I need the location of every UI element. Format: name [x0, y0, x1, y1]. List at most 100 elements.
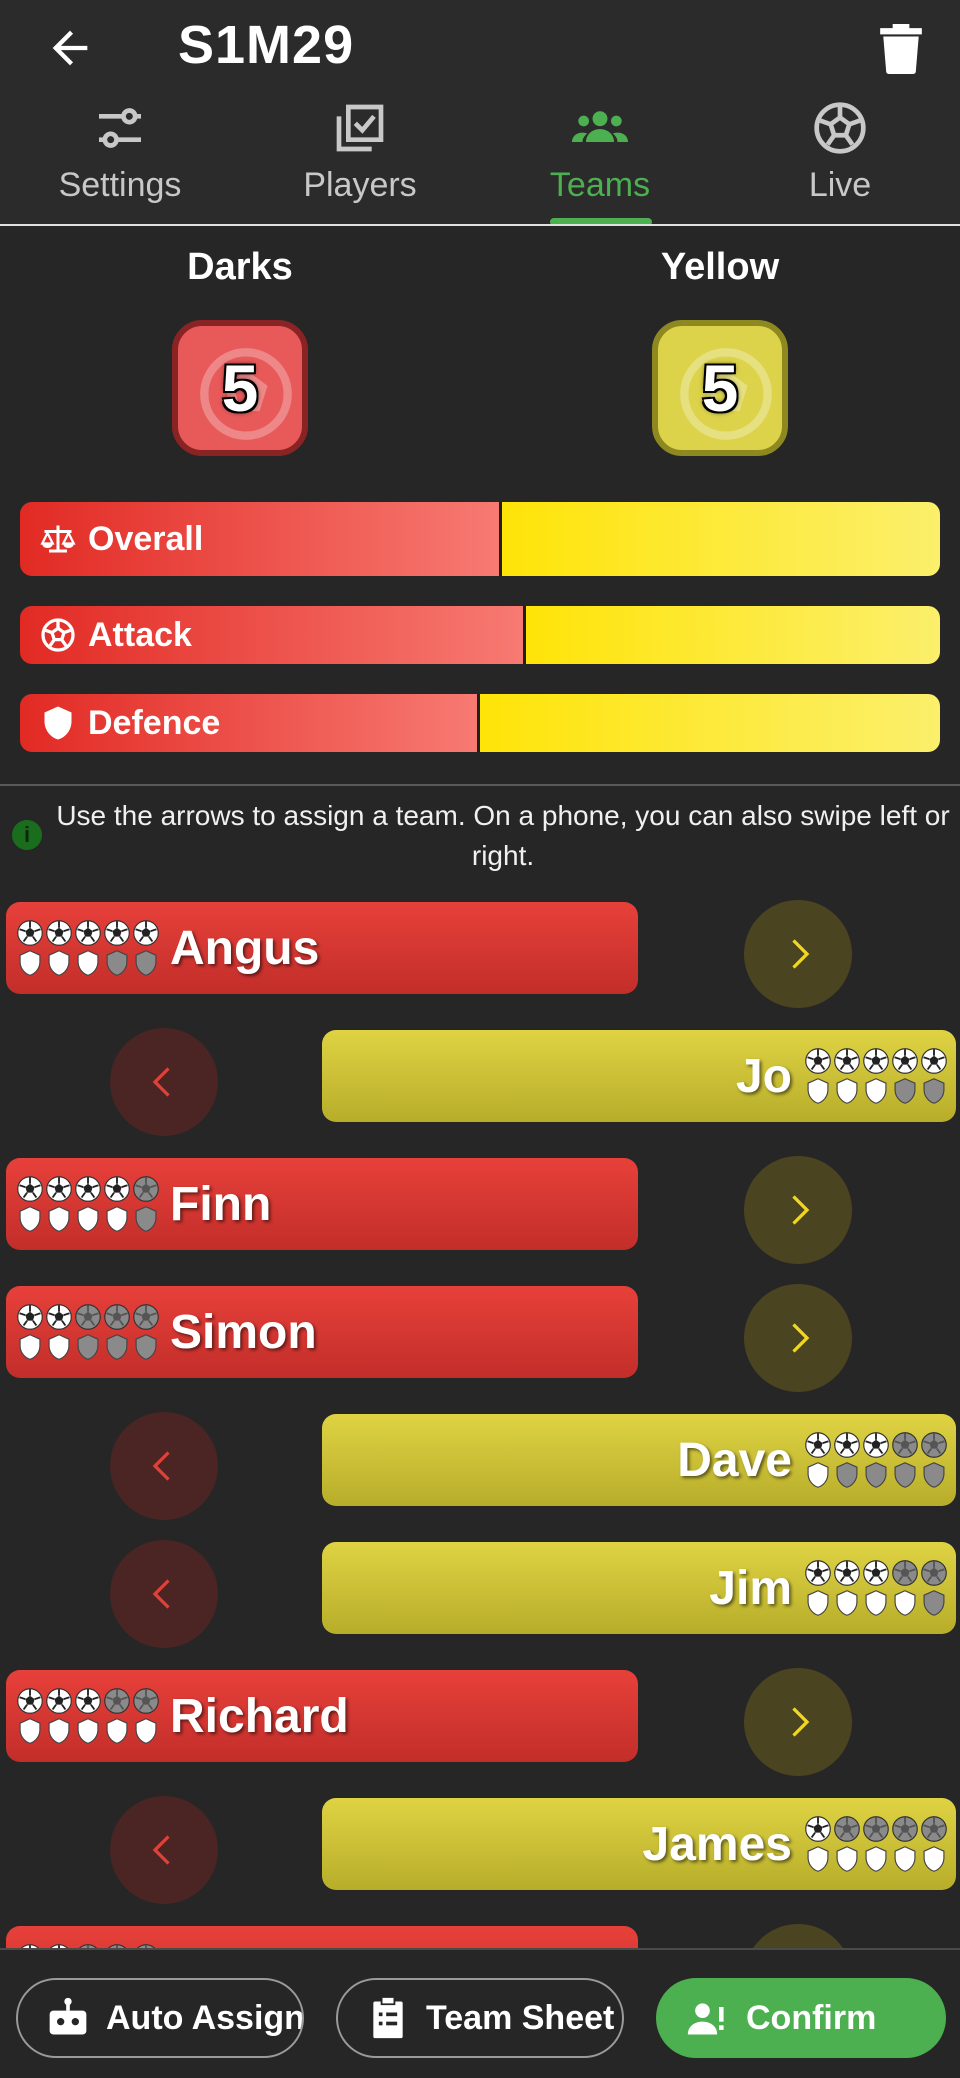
soccer-ball-icon: [41, 618, 75, 652]
shield-icon: [44, 706, 72, 740]
player-card-dark[interactable]: Angus: [6, 902, 638, 994]
player-ratings: [16, 1303, 160, 1361]
move-to-yellow-button[interactable]: [744, 1668, 852, 1776]
player-name: Angus: [170, 921, 320, 975]
player-card-dark[interactable]: [6, 1926, 638, 1948]
player-row[interactable]: Jim: [0, 1528, 960, 1656]
soccer-ball-icon: [75, 1176, 101, 1202]
tab-settings[interactable]: Settings: [0, 100, 240, 205]
soccer-ball-icon: [921, 1816, 947, 1842]
player-name: Simon: [170, 1305, 317, 1359]
soccer-ball-icon: [17, 1304, 43, 1330]
player-row[interactable]: Angus: [0, 888, 960, 1016]
player-row[interactable]: Jo: [0, 1016, 960, 1144]
player-card-yellow[interactable]: Dave: [322, 1414, 956, 1506]
balance-bar-attack: Attack: [20, 606, 940, 664]
shield-icon: [923, 1590, 945, 1616]
player-card-dark[interactable]: Richard: [6, 1670, 638, 1762]
player-name: Dave: [677, 1433, 792, 1487]
soccer-ball-icon: [133, 1304, 159, 1330]
group-icon: [572, 111, 628, 142]
balance-bar-dark-part: Overall: [20, 502, 503, 576]
team-count: 5: [701, 351, 739, 425]
player-ratings: [804, 1815, 948, 1873]
sliders-icon: [99, 108, 141, 148]
shield-icon: [923, 1462, 945, 1488]
tab-label: Teams: [549, 166, 651, 204]
move-to-dark-button[interactable]: [110, 1028, 218, 1136]
player-row[interactable]: [0, 1912, 960, 1948]
move-to-dark-button[interactable]: [110, 1796, 218, 1904]
soccer-ball-icon: [805, 1816, 831, 1842]
soccer-ball-icon: [17, 1688, 43, 1714]
player-name: Jo: [735, 1049, 792, 1103]
shield-icon: [106, 1206, 128, 1232]
player-card-yellow[interactable]: James: [322, 1798, 956, 1890]
person-check-icon: [687, 2003, 724, 2035]
move-to-yellow-button[interactable]: [744, 1284, 852, 1392]
chevron-right-icon: [792, 1195, 810, 1225]
soccer-ball-icon: [46, 1688, 72, 1714]
attack-rating: [804, 1431, 948, 1459]
player-row[interactable]: James: [0, 1784, 960, 1912]
move-to-yellow-button[interactable]: [744, 900, 852, 1008]
balance-bar-yellow-part: [526, 606, 940, 664]
soccer-ball-icon: [46, 1304, 72, 1330]
balance-label: Defence: [88, 703, 221, 742]
player-card-dark[interactable]: Finn: [6, 1158, 638, 1250]
soccer-ball-icon: [133, 920, 159, 946]
shield-icon: [19, 1334, 41, 1360]
tab-label: Players: [303, 166, 417, 204]
player-row[interactable]: Richard: [0, 1656, 960, 1784]
shield-icon: [807, 1078, 829, 1104]
tab-players[interactable]: Players: [240, 100, 480, 205]
auto-assign-button[interactable]: Auto Assign: [16, 1978, 304, 2058]
attack-rating: [16, 1687, 160, 1715]
shield-icon: [865, 1846, 887, 1872]
shield-icon: [836, 1590, 858, 1616]
shield-icon: [77, 950, 99, 976]
team-count-badge-yellow: 5: [652, 320, 788, 456]
checklist-icon: [336, 104, 384, 152]
player-card-dark[interactable]: Simon: [6, 1286, 638, 1378]
player-ratings: [804, 1431, 948, 1489]
player-name: James: [642, 1817, 792, 1871]
divider: [0, 784, 960, 786]
move-to-dark-button[interactable]: [110, 1412, 218, 1520]
button-label: Confirm: [746, 1998, 877, 2037]
shield-icon: [865, 1462, 887, 1488]
soccer-ball-icon: [921, 1560, 947, 1586]
soccer-ball-icon: [805, 1048, 831, 1074]
robot-icon: [49, 1997, 87, 2035]
player-card-yellow[interactable]: Jim: [322, 1542, 956, 1634]
tab-teams[interactable]: Teams: [480, 100, 720, 205]
soccer-ball-icon: [17, 920, 43, 946]
move-to-yellow-button[interactable]: [744, 1156, 852, 1264]
balance-bar-defence: Defence: [20, 694, 940, 752]
move-to-yellow-button[interactable]: [744, 1924, 852, 1948]
shield-icon: [106, 950, 128, 976]
soccer-ball-icon: [863, 1432, 889, 1458]
player-row[interactable]: Dave: [0, 1400, 960, 1528]
trash-icon[interactable]: [880, 24, 922, 74]
confirm-button[interactable]: Confirm: [656, 1978, 946, 2058]
tab-live[interactable]: Live: [720, 100, 960, 205]
player-card-yellow[interactable]: Jo: [322, 1030, 956, 1122]
shield-icon: [135, 1334, 157, 1360]
tab-label: Live: [808, 166, 872, 204]
soccer-ball-icon: [46, 1176, 72, 1202]
player-ratings: [16, 919, 160, 977]
move-to-dark-button[interactable]: [110, 1540, 218, 1648]
player-row[interactable]: Finn: [0, 1144, 960, 1272]
chevron-right-icon: [792, 1707, 810, 1737]
soccer-ball-icon: [834, 1432, 860, 1458]
team-sheet-button[interactable]: Team Sheet: [336, 1978, 624, 2058]
shield-icon: [19, 1206, 41, 1232]
arrow-left-icon[interactable]: [44, 22, 96, 74]
soccer-ball-icon: [805, 1432, 831, 1458]
soccer-ball-icon: [863, 1048, 889, 1074]
player-list[interactable]: Angus Jo Finn Simon Dave Jim Richard James: [0, 888, 960, 1948]
shield-icon: [106, 1334, 128, 1360]
shield-icon: [836, 1462, 858, 1488]
player-row[interactable]: Simon: [0, 1272, 960, 1400]
